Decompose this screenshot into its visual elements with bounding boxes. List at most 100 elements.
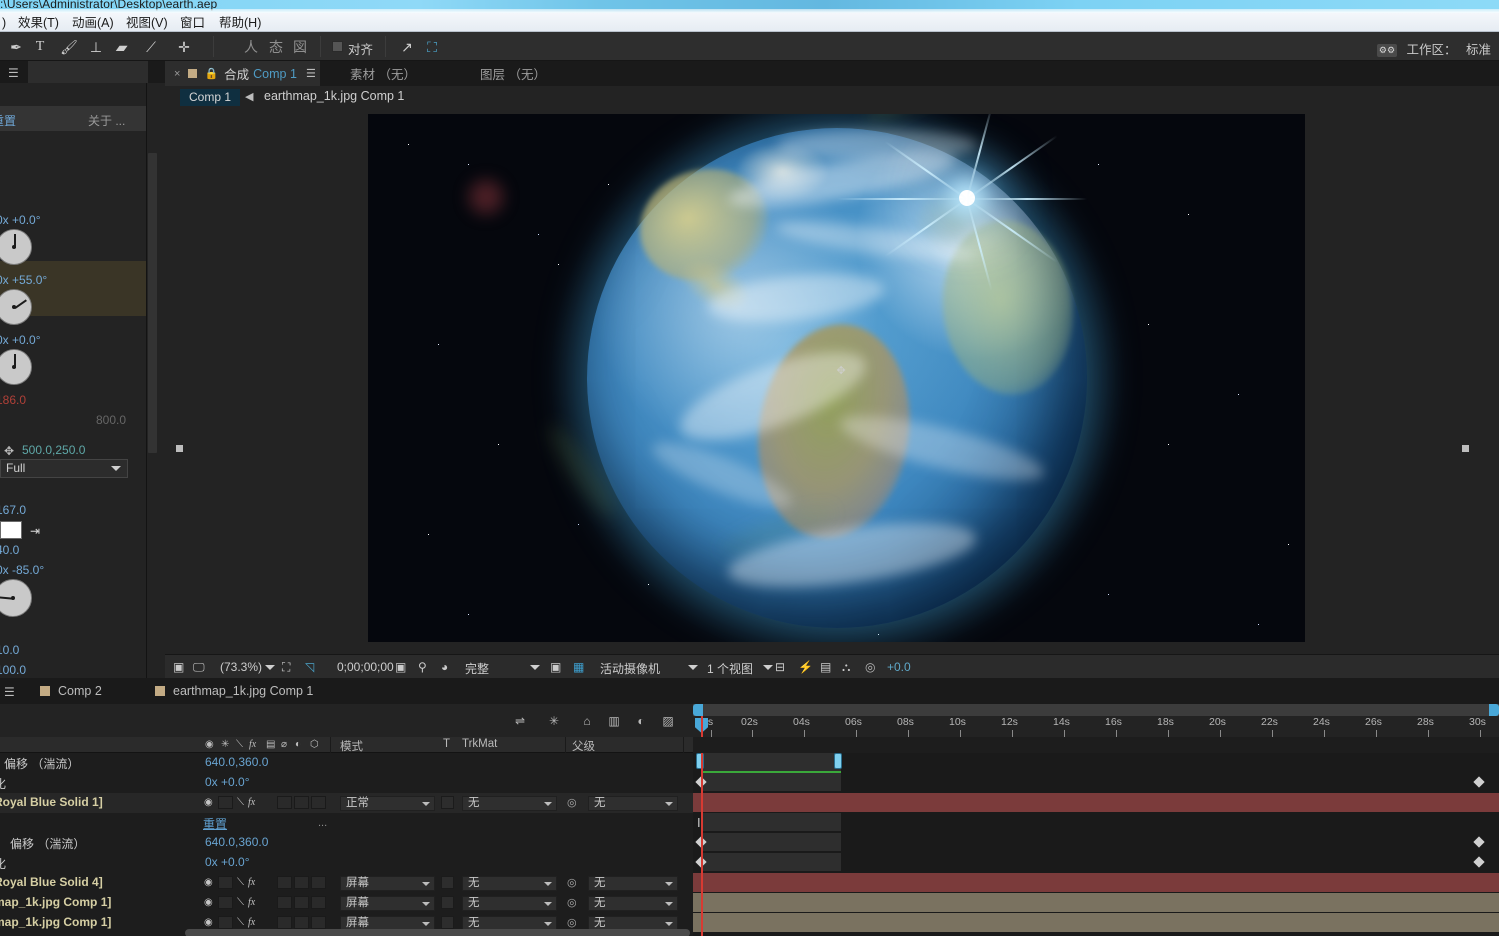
3d-switch[interactable]: [311, 916, 326, 929]
workspace-gear-icon[interactable]: ⚙⚙: [1377, 44, 1397, 58]
lock-icon[interactable]: 🔒: [204, 67, 218, 80]
layer-bar-earthmap-2[interactable]: [693, 913, 1499, 932]
column-header-trkmat[interactable]: TrkMat: [462, 738, 497, 750]
3d-layer-switch-icon[interactable]: ⬡: [310, 739, 319, 750]
frame-blending-icon[interactable]: ▥: [604, 712, 624, 730]
tab-composition[interactable]: × 🔒 合成 Comp 1 ☰: [165, 61, 320, 86]
view-layout-icon[interactable]: ▣: [550, 659, 561, 675]
graph-curve-icon[interactable]: ▨: [658, 712, 678, 730]
table-row[interactable]: 重置 ...: [0, 813, 693, 833]
close-icon[interactable]: ×: [174, 68, 180, 80]
breadcrumb-back-icon[interactable]: ◀: [245, 90, 253, 103]
unified-camera-icon[interactable]: ⛶: [421, 37, 443, 57]
snapshot-icon[interactable]: ▣: [395, 659, 406, 675]
eyedropper-icon[interactable]: ⇥: [30, 524, 40, 538]
adjustment-switch-icon[interactable]: ◐: [295, 739, 301, 750]
align-toggle[interactable]: [332, 41, 343, 52]
collapse-switch-icon[interactable]: ⟍: [236, 739, 243, 750]
view-count[interactable]: 1 个视图: [707, 660, 753, 677]
collapse-icon[interactable]: ⟍: [237, 897, 244, 908]
pen-icon[interactable]: ✒: [5, 37, 27, 57]
layer-name[interactable]: map_1k.jpg Comp 1]: [0, 895, 111, 909]
blend-mode-select[interactable]: 屏幕: [340, 896, 435, 911]
breadcrumb-comp-chip[interactable]: Comp 1: [180, 89, 241, 106]
motion-blur-switch-icon[interactable]: ⌀: [281, 739, 287, 750]
effect-reset-link[interactable]: 重置: [0, 112, 16, 129]
effect-value-rotation-1[interactable]: 0x +0.0°: [0, 213, 41, 227]
timeline-track-area[interactable]: I: [693, 753, 1499, 936]
composition-viewer[interactable]: ✥: [165, 109, 1499, 654]
fast-preview-icon[interactable]: ⚡: [798, 659, 813, 675]
shy-switch-icon[interactable]: ✳: [221, 739, 229, 750]
layer-name[interactable]: Royal Blue Solid 4]: [0, 875, 103, 889]
panel-menu-icon[interactable]: ☰: [306, 67, 316, 80]
table-row[interactable]: Royal Blue Solid 4] ◉ ⟍ fx 屏幕 无 ◎ 无: [0, 873, 693, 893]
always-preview-icon[interactable]: ▣: [173, 659, 184, 675]
parent-pickwhip-icon[interactable]: ◎: [567, 916, 577, 929]
effect-value-rotation-4[interactable]: 0x -85.0°: [0, 563, 44, 577]
property-value[interactable]: 0x +0.0°: [205, 855, 250, 869]
options-ellipsis[interactable]: ...: [318, 817, 327, 829]
local-axis-icon[interactable]: 人: [240, 37, 262, 57]
audio-switch[interactable]: [218, 876, 233, 889]
breadcrumb-path[interactable]: earthmap_1k.jpg Comp 1: [264, 89, 404, 103]
layer-bar-royal-blue-4[interactable]: [693, 873, 1499, 892]
effects-icon[interactable]: fx: [248, 917, 255, 928]
nav-left-handle[interactable]: [693, 704, 703, 716]
table-row[interactable]: map_1k.jpg Comp 1] ◉ ⟍ fx 屏幕 无 ◎ 无: [0, 893, 693, 913]
video-icon[interactable]: ◉: [204, 797, 213, 808]
show-snapshot-icon[interactable]: ⚲: [418, 659, 427, 675]
table-row[interactable]: 化 0x +0.0°: [0, 853, 693, 873]
effect-color-swatch[interactable]: [0, 521, 22, 539]
effect-panel-scrollbar[interactable]: [148, 153, 157, 453]
puppet-pin-icon[interactable]: ✛: [173, 37, 195, 57]
effect-dial-1[interactable]: [0, 229, 32, 265]
effect-value-red[interactable]: 186.0: [0, 393, 26, 407]
shy-layers-icon[interactable]: ⌂: [577, 712, 597, 730]
roto-brush-icon[interactable]: ⟋: [140, 37, 162, 57]
motion-blur-switch[interactable]: [294, 796, 309, 809]
layer-name[interactable]: Royal Blue Solid 1]: [0, 795, 103, 809]
color-channel-icon[interactable]: ◕: [441, 659, 448, 675]
column-header-mode[interactable]: 模式: [340, 738, 363, 754]
effect-reset-link[interactable]: 重置: [203, 815, 227, 832]
renderer-options-icon[interactable]: ▤: [820, 659, 831, 675]
brush-icon[interactable]: 🖌: [58, 37, 80, 57]
panel-menu-icon[interactable]: ☰: [8, 66, 19, 80]
video-switch-icon[interactable]: ◉: [205, 739, 214, 750]
viewer-handle-left[interactable]: [176, 445, 183, 452]
graph-editor-icon[interactable]: ⇌: [510, 712, 530, 730]
3d-renderer-icon[interactable]: ⛬: [842, 659, 850, 675]
effect-value-rotation-2[interactable]: 0x +55.0°: [0, 273, 47, 287]
tab-layer[interactable]: 图层 （无）: [480, 61, 546, 86]
layer-bar-royal-blue-1[interactable]: [693, 793, 1499, 812]
snapping-icon[interactable]: ↗: [396, 37, 418, 57]
effects-icon[interactable]: fx: [248, 897, 255, 908]
eraser-icon[interactable]: ▰: [109, 37, 135, 57]
views-chevron-down-icon[interactable]: [763, 665, 773, 670]
table-row[interactable]: Royal Blue Solid 1] ◉ ⟍ fx 正常 无 ◎ 无: [0, 793, 693, 813]
audio-switch[interactable]: [218, 796, 233, 809]
exposure-icon[interactable]: ◎: [865, 659, 875, 675]
motion-blur-switch[interactable]: [294, 876, 309, 889]
frame-blend-switch-icon[interactable]: ▤: [266, 739, 275, 750]
timeline-comp-icon[interactable]: ⊟: [775, 659, 785, 675]
trkmat-select[interactable]: 无: [462, 796, 557, 811]
workspace-value[interactable]: 标准: [1466, 43, 1491, 57]
current-timecode[interactable]: 0;00;00;00: [337, 660, 394, 674]
effect-value-40[interactable]: 40.0: [0, 543, 19, 557]
composition-canvas[interactable]: ✥: [368, 114, 1305, 642]
audio-switch[interactable]: [218, 896, 233, 909]
audio-switch[interactable]: [218, 916, 233, 929]
parent-select[interactable]: 无: [588, 876, 678, 891]
3d-switch[interactable]: [311, 876, 326, 889]
property-value[interactable]: 640.0,360.0: [205, 755, 268, 769]
keyframe-marker[interactable]: [1473, 836, 1485, 848]
trkmat-color-box[interactable]: [441, 876, 454, 889]
panel-menu-icon[interactable]: ☰: [4, 685, 15, 699]
menu-item-help[interactable]: 帮助(H): [215, 14, 265, 32]
anchor-point-icon[interactable]: ✥: [4, 444, 14, 458]
trkmat-color-box[interactable]: [441, 796, 454, 809]
timeline-layer-list[interactable]: 偏移 （湍流） 640.0,360.0 化 0x +0.0° Royal Blu…: [0, 753, 693, 936]
video-icon[interactable]: ◉: [204, 877, 213, 888]
